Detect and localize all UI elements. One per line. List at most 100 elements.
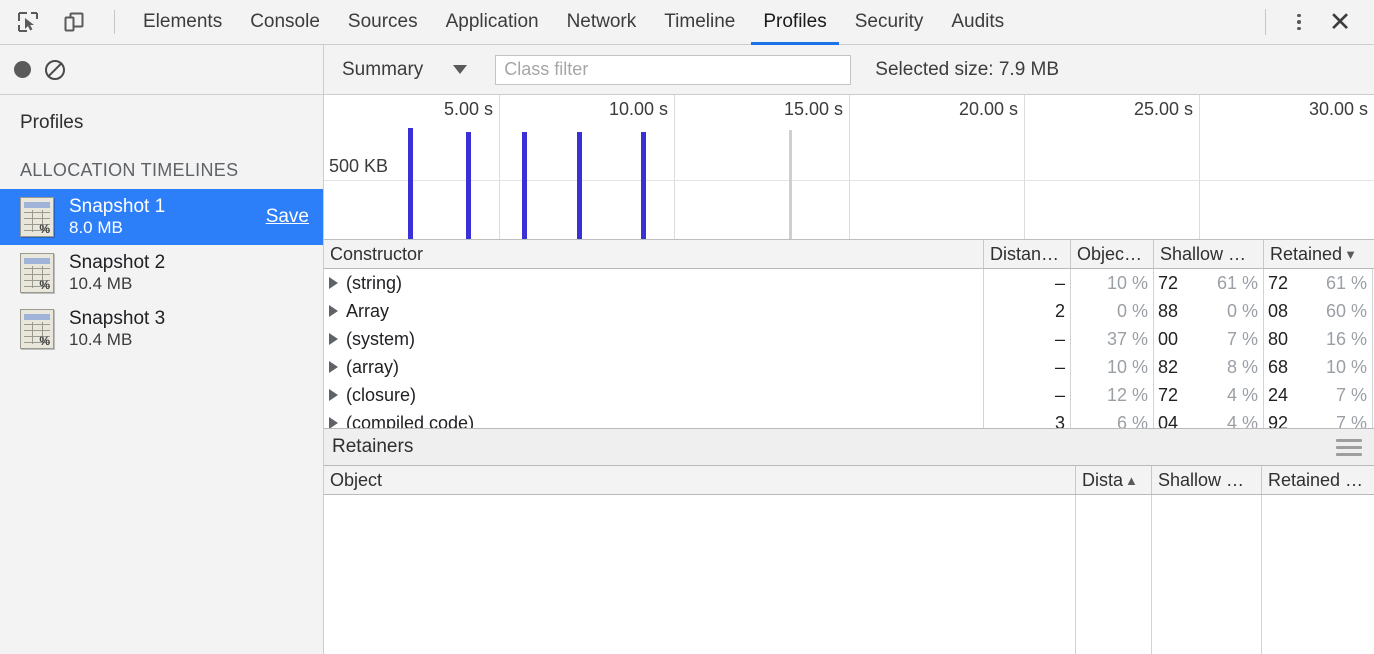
column-header[interactable]: Distan… <box>984 240 1071 268</box>
retained-size-cell: 80 16 % <box>1264 325 1373 353</box>
objects-percent-cell: 0 % <box>1071 297 1154 325</box>
tab-label: Security <box>854 11 924 32</box>
retainers-column <box>324 495 1076 654</box>
expand-triangle-icon[interactable] <box>329 361 338 373</box>
timeline-y-axis-label: 500 KB <box>329 156 389 176</box>
shallow-size-value: 88 <box>1158 300 1179 321</box>
table-row[interactable]: (array) –10 % 82 8 % 68 10 % <box>324 353 1374 381</box>
close-icon[interactable]: ✕ <box>1320 4 1360 40</box>
retained-size-cell: 72 61 % <box>1264 269 1373 297</box>
tab-security[interactable]: Security <box>841 0 938 45</box>
snapshot-name: Snapshot 3 <box>69 307 166 329</box>
chevron-down-icon <box>453 65 468 74</box>
expand-triangle-icon[interactable] <box>329 417 338 428</box>
expand-triangle-icon[interactable] <box>329 333 338 345</box>
sidebar-item-snapshot-1[interactable]: % Snapshot 1 8.0 MB Save <box>0 189 323 245</box>
distance-cell: 2 <box>984 297 1071 325</box>
sidebar-item-snapshot-3[interactable]: % Snapshot 3 10.4 MB <box>0 301 323 357</box>
retained-size-value: 80 <box>1268 328 1289 349</box>
sort-indicator-icon: ▼ <box>1344 246 1357 262</box>
panel-tabs: Elements Console Sources Application Net… <box>129 0 1018 45</box>
clear-no-entry-icon[interactable] <box>45 59 65 80</box>
retained-size-percent: 7 % <box>1335 384 1367 405</box>
device-toolbar-icon[interactable] <box>56 7 92 37</box>
table-row[interactable]: (closure) –12 % 72 4 % 24 7 % <box>324 381 1374 409</box>
tab-console[interactable]: Console <box>236 0 334 45</box>
shallow-size-value: 72 <box>1158 384 1179 405</box>
tab-elements[interactable]: Elements <box>129 0 236 45</box>
distance-cell: – <box>984 353 1071 381</box>
constructors-rows: (string) –10 % 72 61 % 72 61 % Array 2 0 % 88 0 % 0… <box>324 269 1374 428</box>
expand-triangle-icon[interactable] <box>329 277 338 289</box>
retained-size-value: 72 <box>1268 272 1289 293</box>
hamburger-menu-icon[interactable] <box>1336 436 1362 458</box>
column-header-label: Shallow … <box>1158 469 1245 490</box>
constructor-name: (compiled code) <box>346 412 475 429</box>
allocation-timeline-chart[interactable]: 5.00 s 10.00 s 15.00 s 20.00 s 25.00 s 30.00 … <box>324 95 1374 240</box>
tab-profiles[interactable]: Profiles <box>749 0 840 45</box>
timeline-tick-label: 20.00 s <box>958 99 1018 119</box>
column-header[interactable]: Dista ▲ <box>1076 466 1152 494</box>
profiles-toolbar: Summary Selected size: 7.9 MB <box>0 45 1374 95</box>
constructors-header: Constructor Distan… Objec… Shallow … Retaine… <box>324 240 1374 269</box>
expand-triangle-icon[interactable] <box>329 389 338 401</box>
class-filter-input[interactable] <box>495 54 852 85</box>
sidebar-title: Profiles <box>20 112 84 133</box>
retained-size-cell: 24 7 % <box>1264 381 1373 409</box>
tab-sources[interactable]: Sources <box>334 0 432 45</box>
record-circle-icon[interactable] <box>14 61 31 78</box>
constructor-cell: (system) <box>324 325 984 353</box>
snapshot-text: Snapshot 1 8.0 MB <box>69 196 165 238</box>
retained-size-percent: 60 % <box>1325 300 1367 321</box>
constructors-grid: Constructor Distan… Objec… Shallow … Retaine… <box>324 240 1374 428</box>
constructor-name: (closure) <box>346 384 417 405</box>
inspect-cursor-icon[interactable] <box>10 7 46 37</box>
retained-size-percent: 7 % <box>1335 412 1367 429</box>
retained-size-value: 92 <box>1268 412 1289 429</box>
distance-cell: – <box>984 269 1071 297</box>
distance-cell: – <box>984 325 1071 353</box>
column-header[interactable]: Retained ▼ <box>1264 240 1373 268</box>
column-header-label: Object <box>330 469 383 490</box>
column-header[interactable]: Objec… <box>1071 240 1154 268</box>
table-row[interactable]: (string) –10 % 72 61 % 72 61 % <box>324 269 1374 297</box>
tab-application[interactable]: Application <box>432 0 553 45</box>
column-header[interactable]: Shallow … <box>1154 240 1264 268</box>
view-select[interactable]: Summary <box>342 59 479 81</box>
constructor-name: (string) <box>346 272 403 293</box>
sidebar-item-snapshot-2[interactable]: % Snapshot 2 10.4 MB <box>0 245 323 301</box>
tab-label: Elements <box>143 11 223 32</box>
retained-size-value: 24 <box>1268 384 1289 405</box>
timeline-bar <box>466 132 471 239</box>
shallow-size-cell: 72 61 % <box>1154 269 1264 297</box>
snapshot-text: Snapshot 2 10.4 MB <box>69 252 165 294</box>
table-row[interactable]: (system) –37 % 00 7 % 80 16 % <box>324 325 1374 353</box>
column-header[interactable]: Retained … <box>1262 466 1373 494</box>
tab-audits[interactable]: Audits <box>937 0 1018 45</box>
shallow-size-value: 04 <box>1158 412 1179 429</box>
tabbar-right-controls: ✕ <box>1265 4 1374 40</box>
constructor-cell: Array <box>324 297 984 325</box>
retained-size-percent: 10 % <box>1325 356 1367 377</box>
shallow-size-cell: 82 8 % <box>1154 353 1264 381</box>
retained-size-cell: 08 60 % <box>1264 297 1373 325</box>
tab-network[interactable]: Network <box>553 0 651 45</box>
table-row[interactable]: (compiled code) 3 6 % 04 4 % 92 7 % <box>324 409 1374 428</box>
save-link[interactable]: Save <box>266 206 309 228</box>
column-header[interactable]: Constructor <box>324 240 984 268</box>
expand-triangle-icon[interactable] <box>329 305 338 317</box>
column-header-label: Constructor <box>330 243 424 264</box>
snapshot-text: Snapshot 3 10.4 MB <box>69 308 165 350</box>
timeline-tick-label: 15.00 s <box>783 99 843 119</box>
tab-timeline[interactable]: Timeline <box>650 0 749 45</box>
table-row[interactable]: Array 2 0 % 88 0 % 08 60 % <box>324 297 1374 325</box>
column-header[interactable]: Shallow … <box>1152 466 1262 494</box>
kebab-menu-icon[interactable] <box>1282 5 1316 39</box>
shallow-size-value: 82 <box>1158 356 1179 377</box>
shallow-size-value: 72 <box>1158 272 1179 293</box>
timeline-bar <box>408 128 413 239</box>
timeline-y-gridline <box>324 180 1374 181</box>
column-header[interactable]: Object <box>324 466 1076 494</box>
timeline-gridline <box>499 95 500 239</box>
timeline-tick-label: 25.00 s <box>1133 99 1193 119</box>
